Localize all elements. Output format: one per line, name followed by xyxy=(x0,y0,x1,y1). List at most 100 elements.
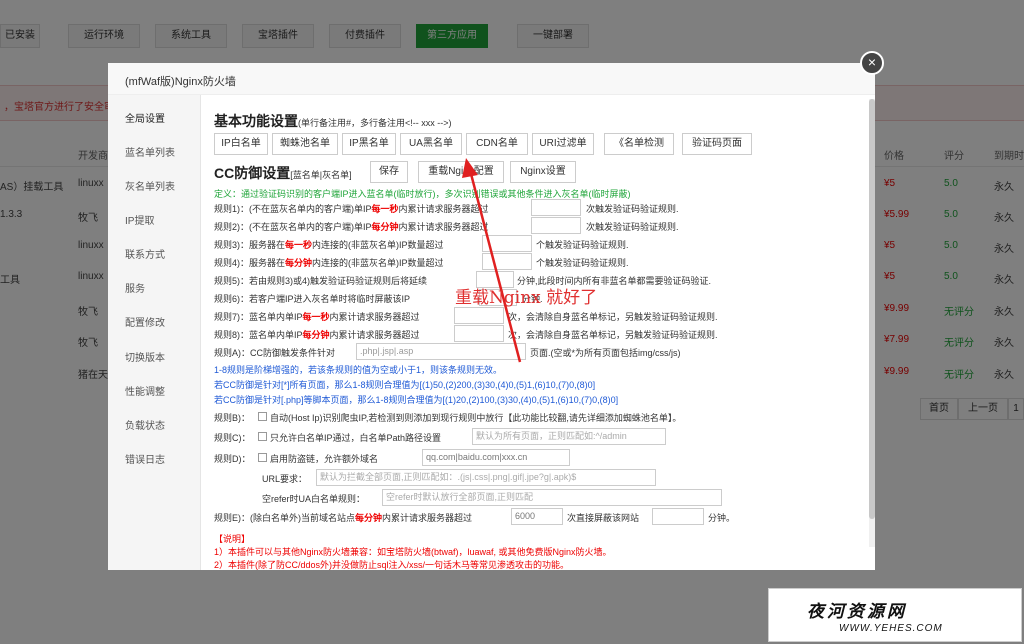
rule-1: 规则1)：(不在蓝灰名单内的客户端)单IP每一秒内累计请求服务器超过 xyxy=(214,202,489,215)
dialog-header: (mfWaf版)Nginx防火墙 xyxy=(108,63,875,95)
rule-text: 内累计请求服务器超过 xyxy=(398,204,489,214)
rule-c-path-input[interactable]: 默认为所有页面，正则匹配如:^/admin xyxy=(472,428,666,445)
rule-3-input[interactable] xyxy=(482,235,532,252)
rule-emphasis: 每分钟 xyxy=(302,330,330,340)
sidebar-item-global[interactable]: 全局设置 xyxy=(125,110,165,125)
basic-settings-heading: 基本功能设置 xyxy=(214,113,298,129)
sidebar-item-load-status[interactable]: 负载状态 xyxy=(125,417,165,432)
rule-2-suffix: 次触发验证码验证规则. xyxy=(586,222,679,232)
rule-1-input[interactable] xyxy=(531,199,581,216)
rule-2-input[interactable] xyxy=(531,217,581,234)
rule-emphasis: 每分钟 xyxy=(371,222,399,232)
rule-6: 规则6)：若客户端IP进入灰名单时将临时屏蔽该IP xyxy=(214,294,411,304)
url-requirement-label: URL要求： xyxy=(262,474,308,484)
rule-c-checkbox[interactable] xyxy=(258,432,267,441)
scroll-thumb[interactable] xyxy=(869,99,875,519)
dialog-title: (mfWaf版)Nginx防火墙 xyxy=(125,76,236,88)
rule-8-suffix: 次，会清除自身蓝名单标记，另触发验证码验证规则. xyxy=(508,330,718,340)
rule-emphasis: 每一秒 xyxy=(285,240,313,250)
basic-settings-title: 基本功能设置(单行备注用#，多行备注用<!-- xxx -->) xyxy=(214,111,452,131)
rule-c-text: 只允许白名单IP通过，白名单Path路径设置 xyxy=(270,433,442,443)
rule-3: 规则3)：服务器在每一秒内连接的(非蓝灰名单)IP数量超过 xyxy=(214,238,444,251)
firewall-dialog: (mfWaf版)Nginx防火墙 全局设置 蓝名单列表 灰名单列表 IP提取 联… xyxy=(108,63,875,570)
rule-emphasis: 每一秒 xyxy=(371,204,399,214)
rule-text: 内累计请求服务器超过 xyxy=(329,330,420,340)
dialog-scrollbar[interactable] xyxy=(869,99,875,547)
cc-settings-heading: CC防御设置 xyxy=(214,165,291,181)
ip-blacklist-button[interactable]: IP黑名单 xyxy=(342,133,396,155)
rule-e: 规则E)：(除白名单外)当前域名站点每分钟内累计请求服务器超过 xyxy=(214,511,472,524)
rule-text: 内连接的(非蓝灰名单)IP数量超过 xyxy=(312,240,444,250)
sidebar-item-service[interactable]: 服务 xyxy=(125,280,145,295)
sidebar-item-performance[interactable]: 性能调整 xyxy=(125,383,165,398)
rule-text: 内累计请求服务器超过 xyxy=(329,312,420,322)
sidebar-item-greylist[interactable]: 灰名单列表 xyxy=(125,178,175,193)
sidebar-item-error-log[interactable]: 错误日志 xyxy=(125,451,165,466)
uri-filter-button[interactable]: URI过滤单 xyxy=(532,133,594,155)
sidebar-item-ip-extract[interactable]: IP提取 xyxy=(125,212,154,227)
nginx-settings-button[interactable]: Nginx设置 xyxy=(510,161,576,183)
note-php-pages: 若CC防御是针对[.php]等脚本页面，那么1-8规则合理值为[(1)20,(2… xyxy=(214,395,619,405)
save-button[interactable]: 保存 xyxy=(370,161,408,183)
spider-list-button[interactable]: 蜘蛛池名单 xyxy=(272,133,338,155)
rule-text: 规则8)：蓝名单内单IP xyxy=(214,330,303,340)
sidebar-item-config[interactable]: 配置修改 xyxy=(125,314,165,329)
rule-text: 规则2)：(不在蓝灰名单内的客户端)单IP xyxy=(214,222,372,232)
watermark: 夜河资源网 WWW.YEHES.COM xyxy=(768,588,1022,642)
rule-8: 规则8)：蓝名单内单IP每分钟内累计请求服务器超过 xyxy=(214,328,420,341)
rule-8-input[interactable] xyxy=(454,325,504,342)
rule-e-mid: 次直接屏蔽该网站 xyxy=(567,513,640,523)
ip-whitelist-button[interactable]: IP白名单 xyxy=(214,133,268,155)
rule-text: 内连接的(非蓝灰名单)IP数量超过 xyxy=(312,258,444,268)
rule-7-suffix: 次，会清除自身蓝名单标记，另触发验证码验证规则. xyxy=(508,312,718,322)
refer-ua-input[interactable]: 空refer时默认放行全部页面,正则匹配 xyxy=(382,489,722,506)
explain-line-2: 2）本插件(除了防CC/ddos外)并没做防止sql注入/xss/一句话木马等常… xyxy=(214,560,570,570)
rule-emphasis: 每分钟 xyxy=(355,513,383,523)
sidebar-item-contact[interactable]: 联系方式 xyxy=(125,246,165,261)
cdn-list-button[interactable]: CDN名单 xyxy=(466,133,528,155)
rule-e-count-input[interactable]: 6000 xyxy=(511,508,563,525)
dialog-content: 基本功能设置(单行备注用#，多行备注用<!-- xxx -->) IP白名单 蜘… xyxy=(214,95,864,570)
rule-b-checkbox[interactable] xyxy=(258,412,267,421)
rule-text: 规则4)：服务器在 xyxy=(214,258,286,268)
rule-d-domain-input[interactable]: qq.com|baidu.com|xxx.cn xyxy=(422,449,570,466)
rule-text: 内累计请求服务器超过 xyxy=(382,513,473,523)
rule-5: 规则5)：若由规则3)或4)触发验证码验证规则后将延续 xyxy=(214,276,428,286)
rule-d-checkbox[interactable] xyxy=(258,453,267,462)
note-rules-ladder: 1-8规则是阶梯增强的，若该条规则的值为空或小于1，则该条规则无效。 xyxy=(214,365,503,375)
annotation-text: 重载Nginx 就好了 xyxy=(455,288,598,308)
rule-d-label: 规则D)： xyxy=(214,454,251,464)
rule-4-suffix: 个触发验证码验证规则. xyxy=(536,258,629,268)
rule-text: 规则7)：蓝名单内单IP xyxy=(214,312,303,322)
reload-nginx-button[interactable]: 重载Nginx配置 xyxy=(418,161,504,183)
note-all-pages: 若CC防御是针对[*]所有页面，那么1-8规则合理值为[(1)50,(2)200… xyxy=(214,380,596,390)
rule-4-input[interactable] xyxy=(482,253,532,270)
url-requirement-input[interactable]: 默认为拦截全部页面,正则匹配如：.(js|.css|.png|.gif|.jpe… xyxy=(316,469,656,486)
rule-7-input[interactable] xyxy=(454,307,504,324)
sidebar-item-version[interactable]: 切换版本 xyxy=(125,349,165,364)
rule-3-suffix: 个触发验证码验证规则. xyxy=(536,240,629,250)
explain-line-1: 1）本插件可以与其他Nginx防火墙兼容：如宝塔防火墙(btwaf)，luawa… xyxy=(214,547,612,557)
watermark-title: 夜河资源网 xyxy=(807,602,907,622)
ua-blacklist-button[interactable]: UA黑名单 xyxy=(400,133,462,155)
rule-d-text: 启用防盗链，允许额外域名 xyxy=(270,454,379,464)
refer-ua-label: 空refer时UA白名单规则： xyxy=(262,494,366,504)
rule-b-label: 规则B)： xyxy=(214,413,251,423)
rule-e-suffix: 分钟。 xyxy=(708,513,736,523)
rule-a-label: 规则A)：CC防御触发条件针对 xyxy=(214,348,335,358)
watermark-url: WWW.YEHES.COM xyxy=(839,623,943,634)
rule-e-minutes-input[interactable] xyxy=(652,508,704,525)
rule-emphasis: 每分钟 xyxy=(285,258,313,268)
cc-settings-title: CC防御设置[蓝名单|灰名单] xyxy=(214,163,352,183)
list-check-button[interactable]: 《名单检测 xyxy=(604,133,674,155)
rule-a-suffix: 页面.(空或*为所有页面包括img/css/js) xyxy=(530,348,681,358)
rule-text: 规则3)：服务器在 xyxy=(214,240,286,250)
close-dialog-button[interactable]: × xyxy=(860,51,884,75)
rule-emphasis: 每一秒 xyxy=(302,312,330,322)
rule-text: 内累计请求服务器超过 xyxy=(398,222,489,232)
explain-title: 【说明】 xyxy=(214,534,251,544)
sidebar-item-bluelist[interactable]: 蓝名单列表 xyxy=(125,144,175,159)
rule-a-input[interactable]: .php|.jsp|.asp xyxy=(356,343,526,360)
dialog-sidebar: 全局设置 蓝名单列表 灰名单列表 IP提取 联系方式 服务 配置修改 切换版本 … xyxy=(108,95,201,570)
captcha-page-button[interactable]: 验证码页面 xyxy=(682,133,752,155)
